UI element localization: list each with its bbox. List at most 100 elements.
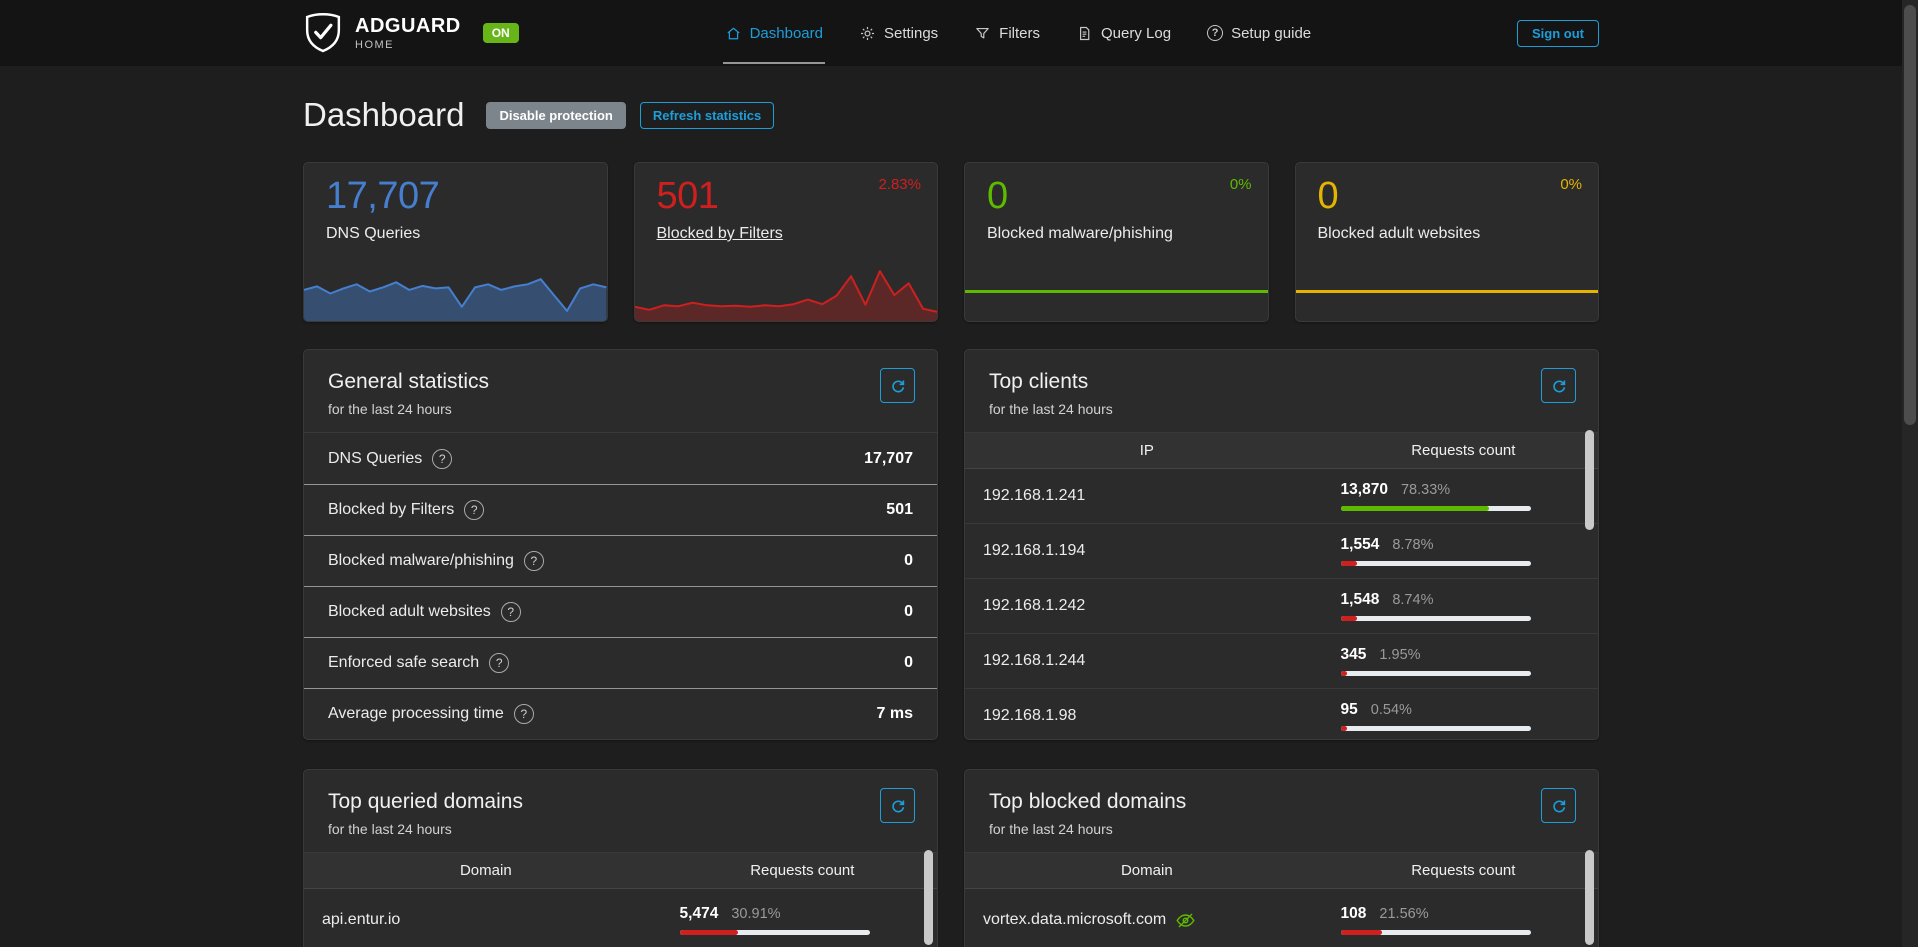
progress-bar xyxy=(1341,930,1531,935)
panel-scrollbar[interactable] xyxy=(924,850,933,945)
top-clients-rows: 192.168.1.241 13,87078.33% 192.168.1.194… xyxy=(965,469,1598,740)
progress-bar xyxy=(680,930,870,935)
help-icon[interactable]: ? xyxy=(501,602,521,622)
progress-bar xyxy=(1341,671,1531,676)
panel-scrollbar[interactable] xyxy=(1585,850,1594,945)
requests-cell: 950.54% xyxy=(1331,701,1598,731)
table-row: 192.168.1.244 3451.95% xyxy=(965,634,1598,689)
help-icon[interactable]: ? xyxy=(514,704,534,724)
stat-label: Blocked adult websites xyxy=(1318,225,1481,243)
stat-label: Blocked malware/phishing xyxy=(987,225,1173,243)
disable-protection-button[interactable]: Disable protection xyxy=(486,102,625,129)
table-row: api.entur.io 5,47430.91% xyxy=(304,889,937,947)
nav-item-setup-guide[interactable]: ? Setup guide xyxy=(1207,0,1311,66)
panel-header: General statistics for the last 24 hours xyxy=(304,350,937,433)
stat-value: 0 xyxy=(1318,175,1339,218)
stat-row-label: Average processing time? xyxy=(328,704,534,724)
table-row: vortex.data.microsoft.com 108 21.56% xyxy=(965,889,1598,947)
table-header: IP Requests count xyxy=(965,433,1598,469)
request-percent: 1.95% xyxy=(1379,647,1420,663)
table-row: 192.168.1.241 13,87078.33% xyxy=(965,469,1598,524)
stat-row: Enforced safe search? 0 xyxy=(304,637,937,688)
stat-card-blocked-adult: 0 Blocked adult websites 0% xyxy=(1295,162,1600,322)
stat-row-value: 501 xyxy=(886,501,913,519)
client-ip: 192.168.1.194 xyxy=(965,542,1331,560)
nav-label: Settings xyxy=(884,25,938,42)
help-icon[interactable]: ? xyxy=(464,500,484,520)
nav-item-filters[interactable]: Filters xyxy=(974,0,1040,66)
refresh-panel-button[interactable] xyxy=(880,788,915,823)
eye-slash-icon xyxy=(1175,910,1196,931)
nav-item-query-log[interactable]: Query Log xyxy=(1076,0,1171,66)
question-circle-icon: ? xyxy=(1207,25,1223,41)
nav-label: Dashboard xyxy=(750,25,823,42)
page-title: Dashboard xyxy=(303,96,464,134)
refresh-panel-button[interactable] xyxy=(880,368,915,403)
dns-queries-sparkline xyxy=(304,265,607,321)
refresh-statistics-button[interactable]: Refresh statistics xyxy=(640,102,774,129)
request-count: 95 xyxy=(1341,701,1358,719)
panel-scrollbar[interactable] xyxy=(1585,430,1594,530)
table-row: 192.168.1.194 1,5548.78% xyxy=(965,524,1598,579)
progress-bar-fill xyxy=(1341,726,1347,731)
progress-bar xyxy=(1341,561,1531,566)
client-ip: 192.168.1.242 xyxy=(965,597,1331,615)
help-icon[interactable]: ? xyxy=(524,551,544,571)
column-header-domain: Domain xyxy=(304,862,668,879)
panel-title: Top clients xyxy=(989,370,1574,394)
protection-status-badge: ON xyxy=(483,23,519,43)
malware-flat-sparkline xyxy=(965,290,1268,293)
help-icon[interactable]: ? xyxy=(432,449,452,469)
stat-row: DNS Queries? 17,707 xyxy=(304,433,937,484)
table-header: Domain Requests count xyxy=(304,853,937,889)
brand-name: ADGUARD xyxy=(355,16,461,36)
request-count: 108 xyxy=(1341,905,1367,923)
client-ip: 192.168.1.244 xyxy=(965,652,1331,670)
panel-subtitle: for the last 24 hours xyxy=(328,821,913,837)
progress-bar-fill xyxy=(1341,616,1358,621)
progress-bar-fill xyxy=(680,930,739,935)
request-percent: 21.56% xyxy=(1379,906,1428,922)
stat-value: 501 xyxy=(657,175,719,218)
domain-text: vortex.data.microsoft.com xyxy=(983,911,1166,929)
label-text: Blocked by Filters xyxy=(328,501,454,519)
brand-subtitle: HOME xyxy=(355,39,461,51)
help-icon[interactable]: ? xyxy=(489,653,509,673)
home-icon xyxy=(725,25,742,42)
nav-item-dashboard[interactable]: Dashboard xyxy=(725,0,823,66)
domain-name: vortex.data.microsoft.com xyxy=(965,910,1331,931)
requests-cell: 1,5488.74% xyxy=(1331,591,1598,621)
top-queried-rows: api.entur.io 5,47430.91% xyxy=(304,889,937,947)
main-nav: Dashboard Settings Filters Query Log ? S… xyxy=(725,0,1312,66)
stat-card-blocked-malware: 0 Blocked malware/phishing 0% xyxy=(964,162,1269,322)
stat-row-label: DNS Queries? xyxy=(328,449,452,469)
stat-row: Average processing time? 7 ms xyxy=(304,688,937,739)
request-percent: 30.91% xyxy=(731,906,780,922)
request-percent: 78.33% xyxy=(1401,482,1450,498)
stat-label: Blocked by Filters xyxy=(657,225,783,243)
stat-card-blocked-by-filters: 501 Blocked by Filters 2.83% xyxy=(634,162,939,322)
stat-row-label: Blocked malware/phishing? xyxy=(328,551,544,571)
domain-name: api.entur.io xyxy=(304,911,670,929)
requests-cell: 1,5548.78% xyxy=(1331,536,1598,566)
table-row: 192.168.1.242 1,5488.74% xyxy=(965,579,1598,634)
stat-row-value: 7 ms xyxy=(877,705,913,723)
page-scrollbar-thumb[interactable] xyxy=(1904,5,1916,425)
refresh-panel-button[interactable] xyxy=(1541,368,1576,403)
sign-out-button[interactable]: Sign out xyxy=(1517,20,1599,47)
column-header-requests: Requests count xyxy=(1329,442,1598,459)
label-text: Average processing time xyxy=(328,705,504,723)
column-header-ip: IP xyxy=(965,442,1329,459)
page-scrollbar[interactable] xyxy=(1902,0,1918,947)
request-percent: 8.78% xyxy=(1392,537,1433,553)
nav-item-settings[interactable]: Settings xyxy=(859,0,938,66)
refresh-panel-button[interactable] xyxy=(1541,788,1576,823)
title-row: Dashboard Disable protection Refresh sta… xyxy=(303,96,1599,134)
panel-subtitle: for the last 24 hours xyxy=(328,401,913,417)
panel-header: Top queried domains for the last 24 hour… xyxy=(304,770,937,853)
panel-subtitle: for the last 24 hours xyxy=(989,401,1574,417)
label-text: Enforced safe search xyxy=(328,654,479,672)
panel-header: Top blocked domains for the last 24 hour… xyxy=(965,770,1598,853)
logo-text: ADGUARD HOME xyxy=(355,16,461,51)
blocked-by-filters-link[interactable]: Blocked by Filters xyxy=(657,225,783,242)
